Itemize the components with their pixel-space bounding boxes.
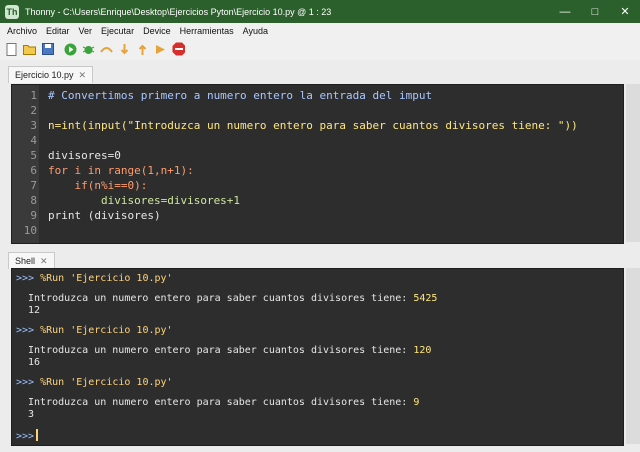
open-folder-icon[interactable] [23,43,36,56]
code-line: for i in range(1,n+1): [48,164,194,177]
menu-bar: Archivo Editar Ver Ejecutar Device Herra… [0,23,640,38]
line-number: 9 [30,209,37,222]
shell-console[interactable]: >>> %Run 'Ejercicio 10.py' Introduzca un… [11,268,624,446]
shell-run-line: >>> %Run 'Ejercicio 10.py' [16,273,173,284]
shell-prompt: >>> [16,325,35,336]
tab-shell[interactable]: Shell ✕ [8,252,55,269]
menu-ayuda[interactable]: Ayuda [243,26,268,36]
menu-ejecutar[interactable]: Ejecutar [101,26,134,36]
shell-output-line: Introduzca un numero entero para saber c… [28,345,431,356]
menu-device[interactable]: Device [143,26,171,36]
code-line: n=int(input("Introduzca un numero entero… [48,119,578,132]
line-number: 2 [30,104,37,117]
code-line: if(n%i==0): [48,179,148,192]
text-cursor [36,429,39,441]
thonny-icon: Th [5,4,19,19]
code-line: divisores=divisores+1 [48,194,241,207]
resume-icon[interactable] [154,43,167,56]
new-file-icon[interactable] [5,42,18,56]
shell-run-line: >>> %Run 'Ejercicio 10.py' [16,325,173,336]
user-input: 5425 [413,293,438,304]
shell-output-line: Introduzca un numero entero para saber c… [28,293,437,304]
shell-prompt: >>> [16,273,35,284]
tab-ejercicio-10[interactable]: Ejercicio 10.py ✕ [8,66,94,83]
window-title: Thonny - C:\Users\Enrique\Desktop\Ejerci… [25,6,332,17]
program-output: 12 [28,305,41,316]
shell-input-line[interactable]: >>> [16,429,39,442]
step-into-icon[interactable] [118,43,131,56]
window-controls: — □ ✕ [550,0,640,23]
line-number: 6 [30,164,37,177]
run-command: %Run 'Ejercicio 10.py' [40,377,173,388]
line-number: 5 [30,149,37,162]
input-prompt-text: Introduzca un numero entero para saber c… [28,397,414,408]
code-editor[interactable]: 1 2 3 4 5 6 7 8 9 10 # Convertimos prime… [11,84,624,244]
menu-ver[interactable]: Ver [79,26,93,36]
code-line: print (divisores) [48,209,161,222]
input-prompt-text: Introduzca un numero entero para saber c… [28,345,414,356]
shell-scrollbar[interactable] [626,268,640,444]
line-number: 7 [30,179,37,192]
user-input: 120 [413,345,432,356]
editor-scrollbar[interactable] [626,84,640,242]
run-icon[interactable] [64,43,77,56]
line-number: 3 [30,119,37,132]
shell-output-line: Introduzca un numero entero para saber c… [28,397,419,408]
code-line: divisores=0 [48,149,121,162]
minimize-button[interactable]: — [550,0,580,23]
maximize-button[interactable]: □ [580,0,610,23]
line-number: 1 [30,89,37,102]
user-input: 9 [413,397,420,408]
stop-icon[interactable] [172,42,185,56]
close-shell-icon[interactable]: ✕ [40,256,48,267]
editor-tabbar: Ejercicio 10.py ✕ [8,66,94,83]
program-output: 16 [28,357,41,368]
shell-tabbar: Shell ✕ [8,252,55,269]
line-number: 8 [30,194,37,207]
line-number: 4 [30,134,37,147]
shell-tab-label: Shell [15,256,36,266]
run-command: %Run 'Ejercicio 10.py' [40,273,173,284]
menu-archivo[interactable]: Archivo [7,26,37,36]
shell-prompt: >>> [16,431,35,442]
run-command: %Run 'Ejercicio 10.py' [40,325,173,336]
shell-run-line: >>> %Run 'Ejercicio 10.py' [16,377,173,388]
code-line: # Convertimos primero a numero entero la… [48,89,433,102]
close-button[interactable]: ✕ [610,0,640,23]
shell-prompt: >>> [16,377,35,388]
title-bar: Th Thonny - C:\Users\Enrique\Desktop\Eje… [0,0,640,23]
program-output: 3 [28,409,35,420]
step-over-icon[interactable] [100,43,113,56]
debug-icon[interactable] [82,43,95,56]
input-prompt-text: Introduzca un numero entero para saber c… [28,293,414,304]
menu-editar[interactable]: Editar [46,26,70,36]
line-number: 10 [23,224,37,237]
save-icon[interactable] [41,43,54,56]
menu-herramientas[interactable]: Herramientas [180,26,234,36]
step-out-icon[interactable] [136,43,149,56]
close-tab-icon[interactable]: ✕ [79,70,87,81]
tab-label: Ejercicio 10.py [15,70,74,80]
toolbar [0,38,640,60]
